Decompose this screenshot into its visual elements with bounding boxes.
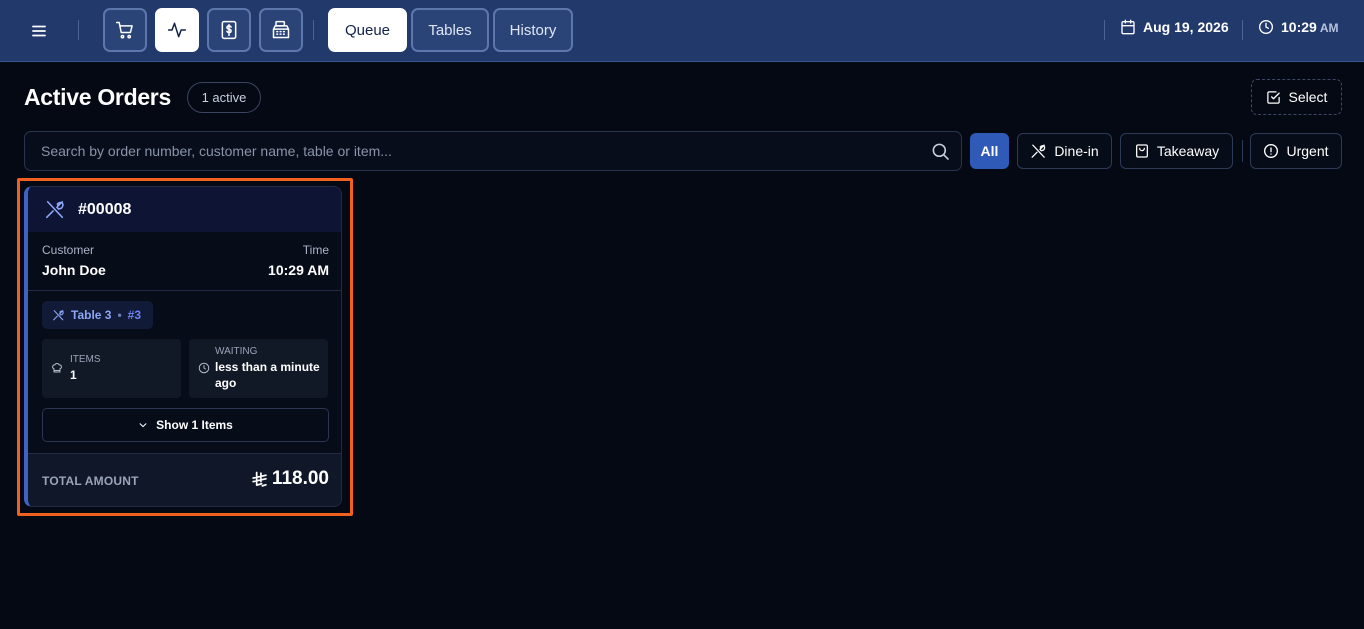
select-button[interactable]: Select [1251,79,1342,115]
page-title: Active Orders [24,84,171,110]
time-label: Time [302,243,329,257]
order-total-footer: TOTAL AMOUNT 118.00 [28,453,341,506]
filter-dine-in-label: Dine-in [1054,143,1099,159]
divider [78,20,79,40]
filter-all-button[interactable]: All [970,133,1009,169]
activity-button[interactable] [155,8,199,52]
divider [1242,20,1243,40]
filter-takeaway-button[interactable]: Takeaway [1120,133,1233,169]
filter-all-label: All [980,143,999,159]
clock-icon [1259,20,1273,34]
order-number: #00008 [78,200,132,218]
waiting-time: less than a minute ago [215,360,320,390]
divider [28,290,341,291]
cart-button[interactable] [103,8,147,52]
customer-name: John Doe [42,262,106,278]
chevron-down-icon [139,423,147,428]
dine-in-icon [45,200,64,218]
filter-urgent-label: Urgent [1286,143,1329,159]
items-label: ITEMS [70,354,101,365]
time-text: 10:29 [1281,19,1317,35]
payments-button[interactable] [207,8,251,52]
search-icon[interactable] [931,142,950,161]
show-items-label: Show 1 Items [156,418,233,432]
activity-icon [167,22,187,38]
table-badge: Table 3 • #3 [42,301,153,329]
show-items-button[interactable]: Show 1 Items [42,408,329,442]
total-amount-label: TOTAL AMOUNT [42,474,139,488]
table-name: Table 3 [71,308,112,322]
total-amount-value: 118.00 [271,468,329,489]
utensils-icon [53,309,64,320]
items-stat: ITEMS 1 [42,339,181,398]
cash-register-icon [272,20,290,39]
order-card-header: #00008 [28,187,341,232]
total-amount: 118.00 [251,468,329,490]
top-bar: Queue Tables History Aug 19, 2026 10:29 A… [0,0,1364,62]
filter-urgent-button[interactable]: Urgent [1250,133,1342,169]
items-count: 1 [70,368,77,382]
select-label: Select [1288,89,1328,105]
active-count-badge: 1 active [187,82,261,113]
customer-label: Customer [42,243,95,257]
order-card[interactable]: #00008 Customer John Doe Time 10:29 AM T… [24,186,342,507]
divider [1104,20,1105,40]
waiting-label: WAITING [215,346,258,357]
chef-hat-icon [52,363,62,373]
time-display: 10:29 AM [1258,19,1338,35]
search-box [24,131,962,171]
calendar-icon [1121,19,1135,35]
order-time: 10:29 AM [268,262,329,278]
tab-tables[interactable]: Tables [411,8,489,52]
table-dot: • [117,308,122,322]
hamburger-menu-button[interactable] [26,18,52,44]
ampm-text: AM [1319,21,1339,35]
tab-history[interactable]: History [493,8,573,52]
date-text: Aug 19, 2026 [1143,19,1229,35]
shopping-bag-icon [1135,144,1148,158]
search-input[interactable] [41,132,921,170]
date-display: Aug 19, 2026 [1120,19,1229,35]
tab-queue[interactable]: Queue [328,8,407,52]
filter-takeaway-label: Takeaway [1156,143,1220,159]
table-number: #3 [127,308,142,322]
utensils-icon [1031,143,1046,158]
checkbox-icon [1266,90,1280,104]
divider [313,20,314,40]
cart-icon [115,21,133,39]
divider [1242,140,1243,162]
dollar-icon [221,20,237,40]
filter-dine-in-button[interactable]: Dine-in [1017,133,1112,169]
cash-register-button[interactable] [259,8,303,52]
riyal-currency-icon [252,471,267,487]
menu-icon [32,25,46,37]
alert-circle-icon [1264,144,1279,158]
clock-icon [198,362,210,374]
waiting-stat: WAITING less than a minute ago [189,339,328,398]
